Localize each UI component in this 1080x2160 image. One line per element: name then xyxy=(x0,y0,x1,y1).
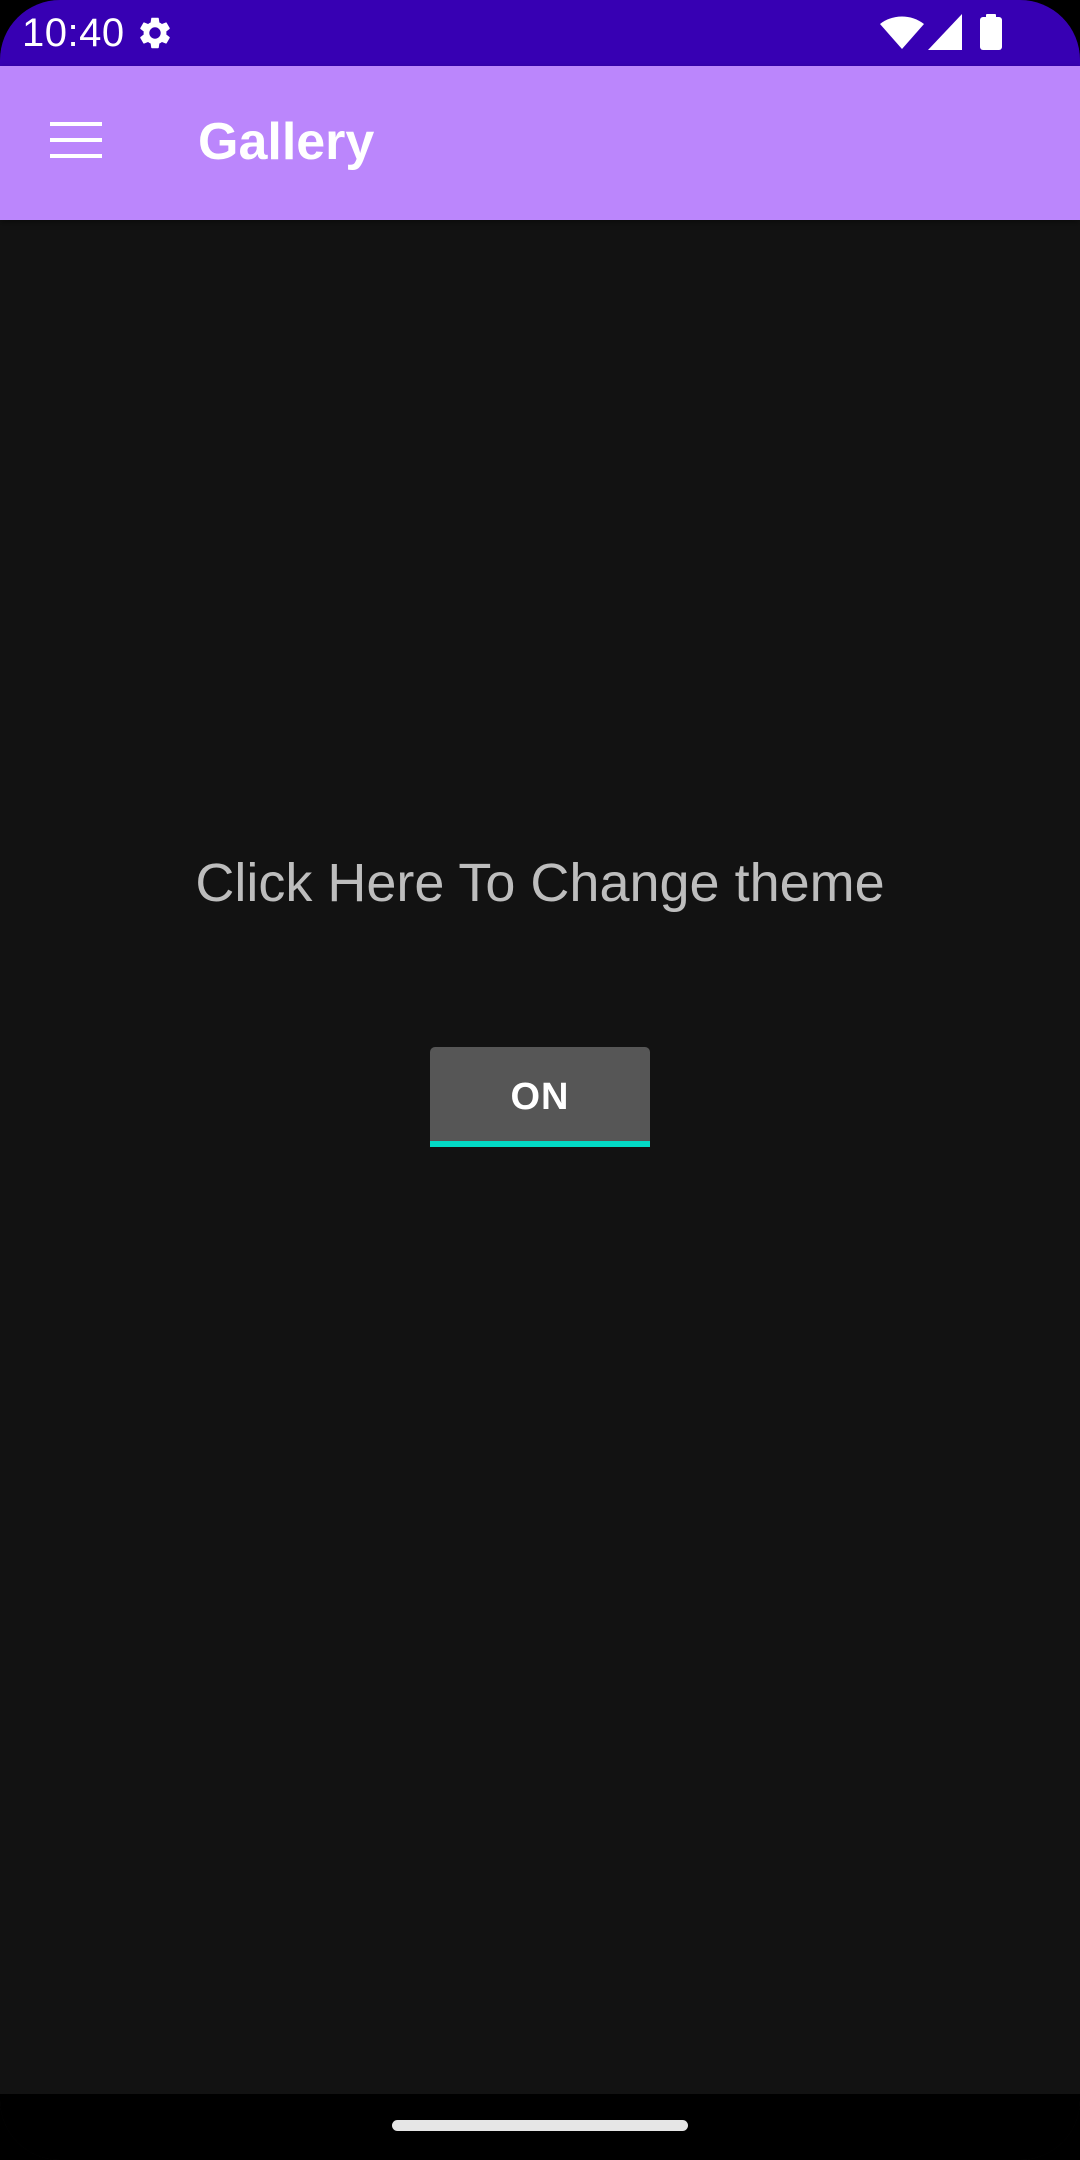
page-title: Gallery xyxy=(198,113,375,171)
gesture-navigation-bar xyxy=(0,2094,1080,2160)
toggle-button-underline xyxy=(430,1141,650,1147)
battery-icon xyxy=(980,14,1002,50)
app-bar: Gallery xyxy=(0,66,1080,220)
theme-toggle-button[interactable]: ON xyxy=(430,1047,650,1147)
settings-gear-icon xyxy=(140,17,170,49)
status-bar: 10:40 xyxy=(0,0,1080,66)
main-content: Click Here To Change theme ON xyxy=(0,220,1080,2094)
wifi-icon xyxy=(880,16,924,49)
phone-screen: 10:40 Gallery Click Here To Change theme… xyxy=(0,0,1080,2160)
hamburger-menu-icon[interactable] xyxy=(48,118,106,162)
change-theme-prompt: Click Here To Change theme xyxy=(195,853,885,913)
status-time: 10:40 xyxy=(22,11,125,55)
home-gesture-handle[interactable] xyxy=(392,2120,688,2131)
cell-signal-icon xyxy=(928,14,962,50)
